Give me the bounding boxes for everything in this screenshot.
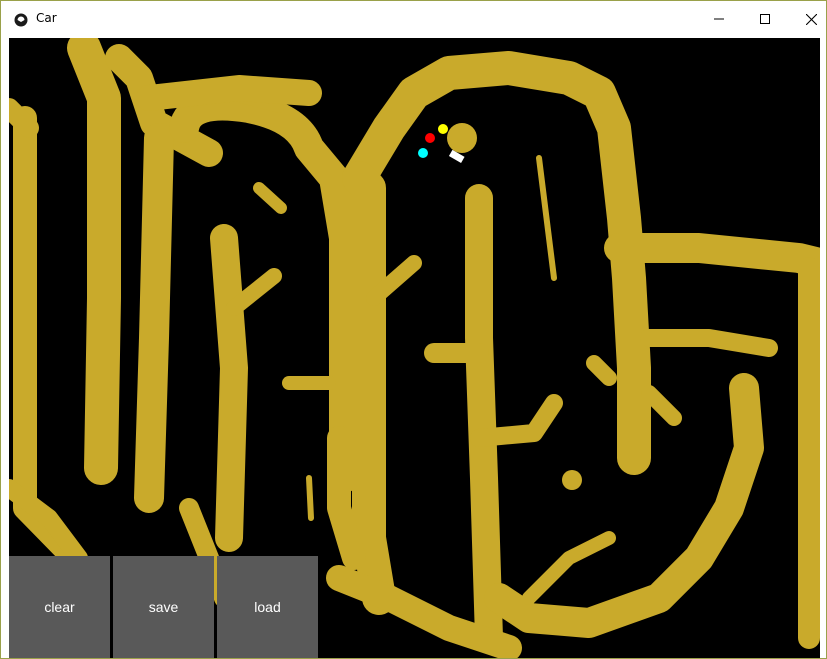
sand-stroke (136, 75, 322, 111)
sand-stroke (13, 106, 81, 565)
app-logo-icon (14, 13, 28, 27)
sand-dot (562, 470, 582, 490)
sand-stroke (210, 224, 248, 552)
sand-stroke (641, 385, 682, 426)
sand-stroke (522, 531, 616, 605)
sand-stroke (536, 155, 557, 281)
save-button[interactable]: save (113, 556, 214, 658)
load-button[interactable]: load (217, 556, 318, 658)
maximize-button[interactable] (742, 1, 788, 37)
sand-stroke (342, 51, 651, 475)
clear-button[interactable]: clear (9, 556, 110, 658)
sensor-yellow (438, 124, 448, 134)
sand-stroke (253, 182, 287, 214)
sand-stroke (9, 98, 39, 138)
sand-stroke (586, 355, 617, 386)
sensor-cyan (418, 148, 428, 158)
app-window: Car clear save load (0, 0, 827, 659)
sand-stroke (604, 233, 820, 278)
minimize-button[interactable] (696, 1, 742, 37)
minimize-icon (714, 18, 724, 20)
maximize-icon (760, 14, 770, 24)
sand-stroke (9, 479, 88, 567)
sand-stroke (67, 38, 121, 485)
title-bar[interactable]: Car (1, 1, 826, 37)
close-button[interactable] (788, 1, 827, 37)
close-icon (805, 13, 817, 25)
sensor-red (425, 133, 435, 143)
sand-stroke (134, 123, 174, 513)
sand-stroke (465, 184, 503, 652)
car-body (447, 123, 477, 153)
window-title: Car (36, 11, 57, 25)
sand-stroke (640, 329, 778, 357)
sand-stroke (342, 161, 396, 615)
toolbar: clear save load (9, 556, 318, 658)
sand-stroke (306, 475, 314, 521)
